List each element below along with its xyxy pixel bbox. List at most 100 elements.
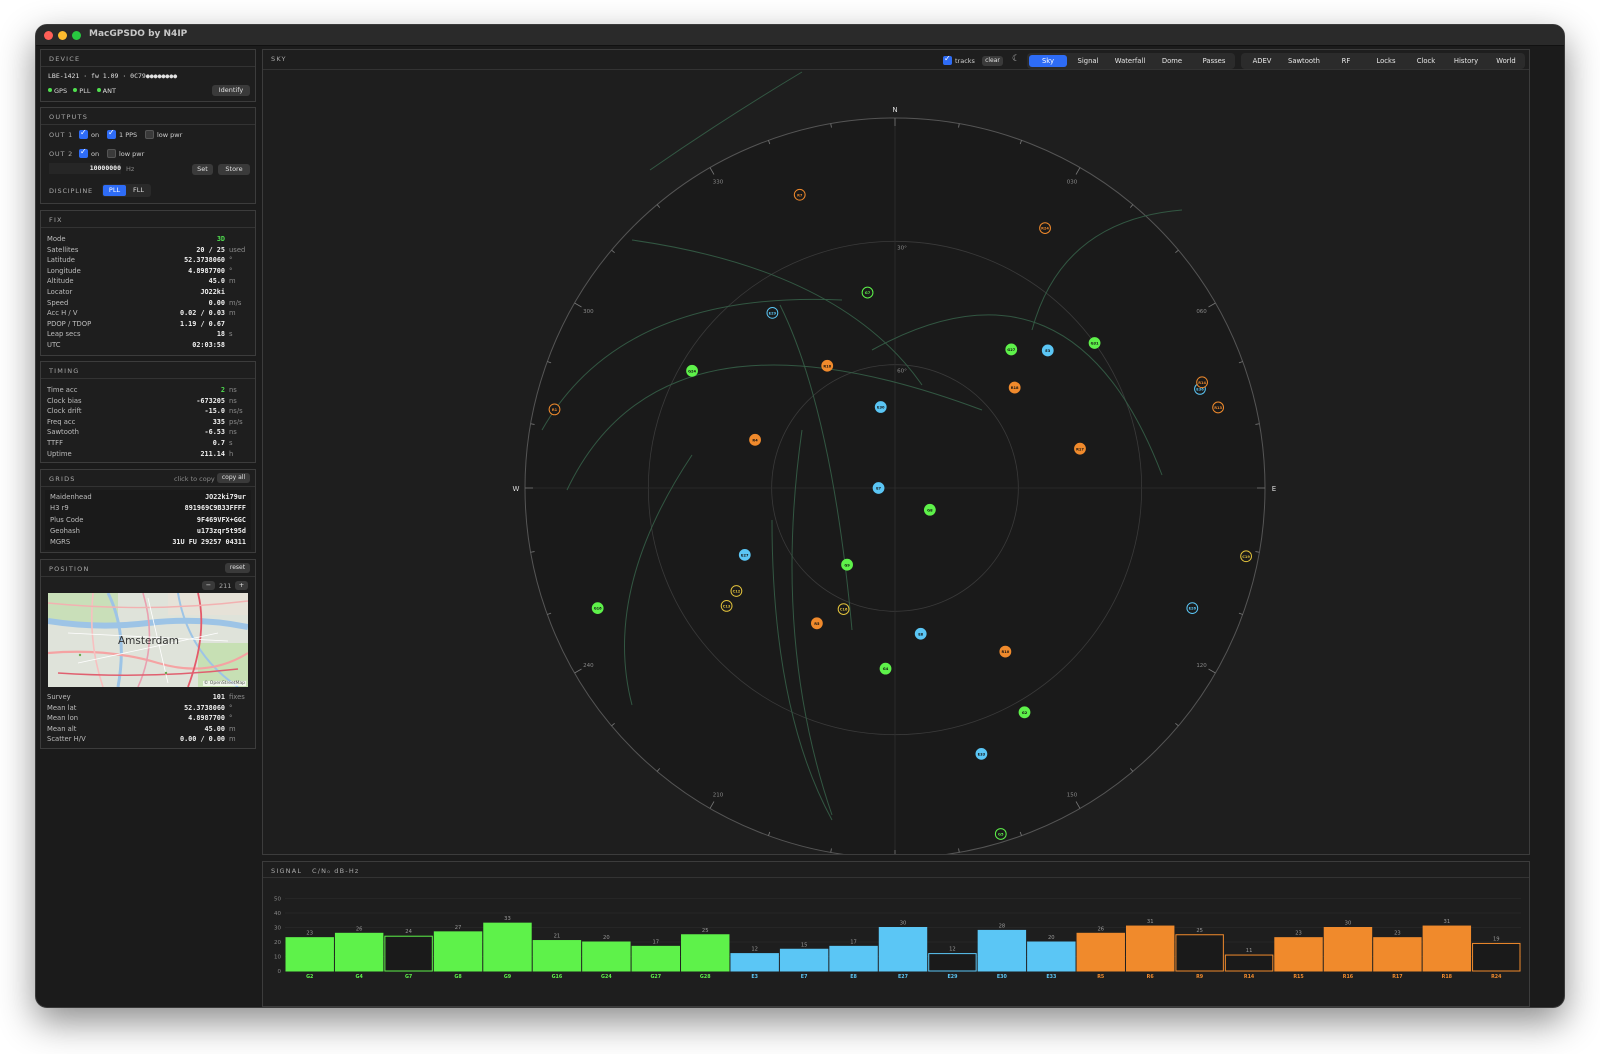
satellite-G7[interactable]: G7 <box>861 286 874 299</box>
grid-row[interactable]: MGRS 31U FU 29257 04311 <box>50 538 246 548</box>
tab-passes[interactable]: Passes <box>1193 55 1235 67</box>
signal-bar-G2[interactable] <box>285 937 334 972</box>
satellite-R10[interactable]: R10 <box>999 645 1012 658</box>
grid-row[interactable]: Plus Code 9F469VFX+GGC <box>50 516 246 526</box>
satellite-R4[interactable]: R4 <box>749 433 761 446</box>
signal-bar-R14[interactable] <box>1224 954 1274 972</box>
satellite-R1[interactable]: R1 <box>548 403 561 416</box>
tab-waterfall[interactable]: Waterfall <box>1109 55 1151 67</box>
satellite-C12[interactable]: C12 <box>730 585 743 597</box>
grid-value: 891969C9B33FFFF <box>184 504 246 513</box>
satellite-R18[interactable]: R18 <box>1008 381 1021 394</box>
satellite-G24[interactable]: G24 <box>686 364 698 377</box>
grid-row[interactable]: Geohash u173zqr5t95d <box>50 527 246 537</box>
signal-bar-G4[interactable] <box>334 932 384 972</box>
satellite-G4[interactable]: G4 <box>879 662 892 675</box>
signal-bar-R6[interactable] <box>1125 925 1175 972</box>
satellite-E27[interactable]: E27 <box>738 548 751 561</box>
signal-bar-E29[interactable] <box>928 953 977 972</box>
signal-bar-E3[interactable] <box>730 953 779 972</box>
reset-button[interactable]: reset <box>225 563 250 573</box>
signal-bar-G24[interactable] <box>582 941 631 972</box>
moon-icon[interactable]: ☾ <box>1012 54 1020 64</box>
tab-history[interactable]: History <box>1446 55 1486 67</box>
out1-pps-checkbox[interactable] <box>107 128 116 139</box>
tab-dome[interactable]: Dome <box>1152 55 1192 67</box>
signal-bar-G7[interactable] <box>384 935 433 972</box>
pll-option[interactable]: PLL <box>103 185 126 196</box>
satellite-R14[interactable]: R14 <box>1196 376 1208 389</box>
satellite-E26[interactable]: E26 <box>1186 602 1199 615</box>
signal-bar-E33[interactable] <box>1027 941 1076 972</box>
satellite-R24[interactable]: R24 <box>1039 222 1051 234</box>
out1-on-checkbox[interactable] <box>79 128 88 139</box>
signal-bar-G8[interactable] <box>433 931 483 972</box>
satellite-E29[interactable]: E29 <box>766 306 779 319</box>
satellite-C16[interactable]: C16 <box>837 603 850 615</box>
signal-bar-R9[interactable] <box>1175 934 1224 972</box>
out2-lowpwr-checkbox[interactable] <box>107 149 116 158</box>
tab-sawtooth[interactable]: Sawtooth <box>1282 55 1326 67</box>
fll-option[interactable]: FLL <box>127 185 150 196</box>
tab-rf[interactable]: RF <box>1327 55 1365 67</box>
signal-bar-G9[interactable] <box>483 922 532 972</box>
tracks-checkbox[interactable] <box>943 54 952 65</box>
signal-bar-G27[interactable] <box>631 945 681 972</box>
satellite-G9[interactable]: G9 <box>841 558 853 571</box>
frequency-input[interactable]: 10000000 <box>49 163 121 174</box>
store-button[interactable]: Store <box>218 164 250 175</box>
tab-world[interactable]: World <box>1487 55 1525 67</box>
zoom-out-button[interactable]: − <box>202 581 215 590</box>
zoom-window-button[interactable] <box>72 31 81 40</box>
signal-bar-E7[interactable] <box>779 948 829 972</box>
satellite-G8[interactable]: G8 <box>923 503 936 516</box>
signal-bar-G16[interactable] <box>532 940 582 972</box>
satellite-G2[interactable]: G2 <box>1018 706 1031 719</box>
signal-chart[interactable]: 0 10 20 30 40 50 23 G2 26 G4 24 G7 27 G8 33 G9 21 G16 20 G2… <box>263 879 1529 1007</box>
satellite-C19[interactable]: C19 <box>1240 550 1252 563</box>
signal-bar-R5[interactable] <box>1076 932 1125 972</box>
clear-tracks-button[interactable]: clear <box>982 56 1003 66</box>
satellite-E30[interactable]: E30 <box>874 401 887 413</box>
signal-bar-R15[interactable] <box>1274 937 1323 972</box>
signal-bar-E8[interactable] <box>829 945 878 972</box>
close-window-button[interactable] <box>44 31 53 40</box>
sky-plot[interactable]: NSEW03006012015021024030033030°60°G24G7G… <box>263 70 1529 854</box>
satellite-R17[interactable]: R17 <box>1074 442 1086 455</box>
tab-clock[interactable]: Clock <box>1407 55 1445 67</box>
signal-bar-R24[interactable] <box>1472 942 1521 972</box>
satellite-R13[interactable]: R13 <box>1212 401 1225 414</box>
satellite-R7[interactable]: R7 <box>793 188 806 201</box>
satellite-R16[interactable]: R16 <box>821 359 834 372</box>
out1-lowpwr-checkbox[interactable] <box>145 130 154 139</box>
tab-locks[interactable]: Locks <box>1366 55 1406 67</box>
set-button[interactable]: Set <box>192 164 213 175</box>
tab-adev[interactable]: ADEV <box>1243 55 1281 67</box>
satellite-R5[interactable]: R5 <box>810 617 823 630</box>
map-view[interactable]: Amsterdam © OpenStreetMap <box>48 593 248 687</box>
satellite-G27[interactable]: G27 <box>1005 343 1018 356</box>
signal-bar-E30[interactable] <box>977 929 1027 972</box>
satellite-E8[interactable]: E8 <box>914 627 927 640</box>
tab-signal[interactable]: Signal <box>1068 55 1108 67</box>
tab-sky[interactable]: Sky <box>1029 55 1067 67</box>
out2-on-checkbox[interactable] <box>79 147 88 158</box>
identify-button[interactable]: Identify <box>212 85 250 96</box>
signal-bar-R18[interactable] <box>1422 925 1472 972</box>
signal-bar-G28[interactable] <box>681 934 730 972</box>
satellite-E3[interactable]: E3 <box>1041 344 1054 357</box>
signal-bar-R17[interactable] <box>1373 937 1422 972</box>
satellite-G16[interactable]: G16 <box>591 602 604 615</box>
satellite-C13[interactable]: C13 <box>720 600 733 612</box>
satellite-E33[interactable]: E33 <box>975 747 988 760</box>
minimize-window-button[interactable] <box>58 31 67 40</box>
grid-row[interactable]: Maidenhead JO22ki79ur <box>50 493 246 503</box>
signal-bar-R16[interactable] <box>1323 927 1373 972</box>
satellite-G5[interactable]: G5 <box>994 828 1007 840</box>
satellite-E7[interactable]: E7 <box>872 482 885 494</box>
copy-all-button[interactable]: copy all <box>217 473 250 483</box>
signal-bar-E27[interactable] <box>878 927 928 972</box>
satellite-G31[interactable]: G31 <box>1088 337 1101 349</box>
zoom-in-button[interactable]: + <box>235 581 248 590</box>
grid-row[interactable]: H3 r9 891969C9B33FFFF <box>50 504 246 514</box>
